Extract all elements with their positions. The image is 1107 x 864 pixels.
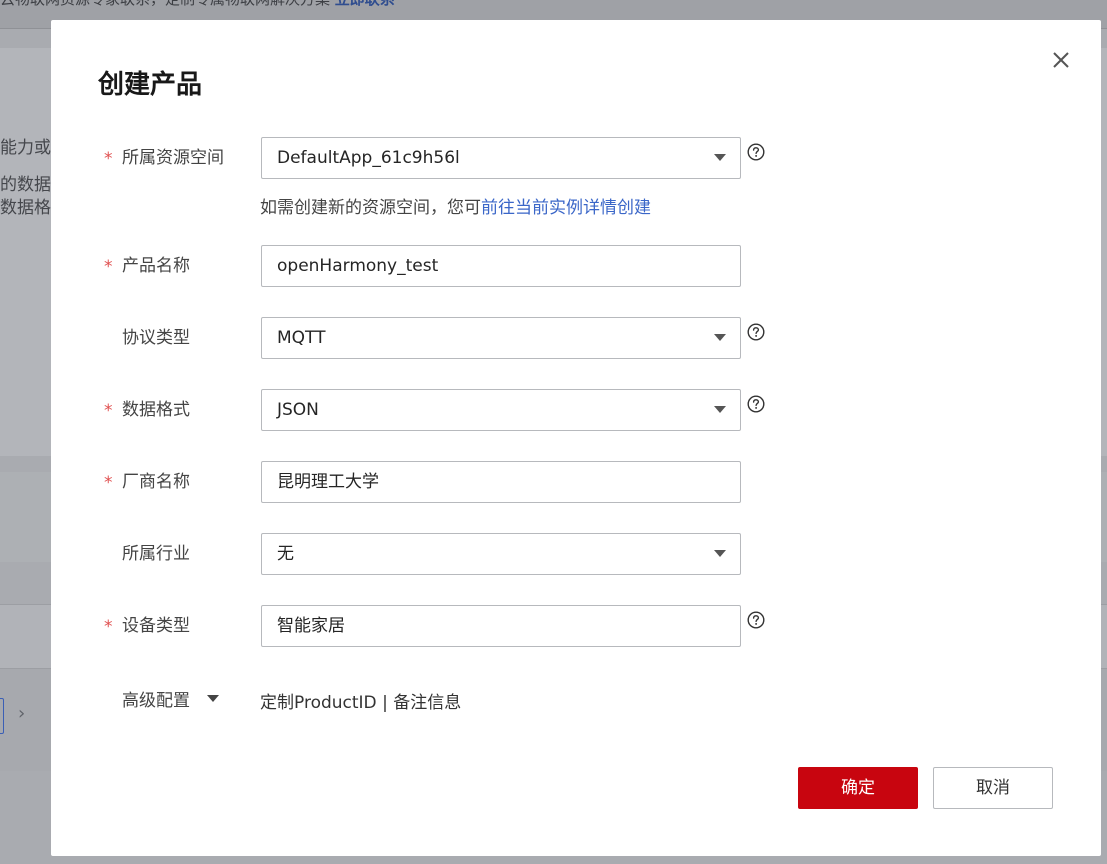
vendor-input[interactable]: 昆明理工大学 [261, 461, 741, 503]
required-mark: * [104, 257, 113, 277]
question-circle-icon[interactable] [747, 395, 765, 413]
vendor-value: 昆明理工大学 [277, 472, 379, 492]
cancel-button[interactable]: 取消 [933, 767, 1053, 809]
question-circle-icon[interactable] [747, 611, 765, 629]
question-circle-icon[interactable] [747, 323, 765, 341]
caret-down-icon[interactable] [207, 695, 219, 702]
product-name-row: * 产品名称 openHarmony_test [51, 245, 1101, 287]
required-mark: * [104, 617, 113, 637]
close-icon[interactable] [1051, 50, 1071, 70]
vendor-label: 厂商名称 [122, 472, 190, 492]
caret-down-icon [714, 550, 726, 557]
device-type-label: 设备类型 [122, 616, 190, 636]
protocol-select[interactable]: MQTT [261, 317, 741, 359]
caret-down-icon [714, 406, 726, 413]
resource-space-hint: 如需创建新的资源空间，您可前往当前实例详情创建 [260, 193, 651, 218]
vendor-row: * 厂商名称 昆明理工大学 [51, 461, 1101, 503]
bg-banner-link: 立即联系 [335, 0, 395, 8]
create-resource-space-link[interactable]: 前往当前实例详情创建 [481, 198, 651, 218]
bg-button-edge [0, 698, 4, 734]
resource-space-select[interactable]: DefaultApp_61c9h56l [261, 137, 741, 179]
advanced-options: 定制ProductID | 备注信息 [260, 688, 461, 713]
resource-space-row: * 所属资源空间 DefaultApp_61c9h56l [51, 137, 1101, 179]
question-circle-icon[interactable] [747, 143, 765, 161]
bg-banner-message: 云物联网资源专家联系，定制专属物联网解决方案 [0, 0, 330, 8]
data-format-value: JSON [277, 400, 319, 420]
advanced-config-toggle[interactable]: 高级配置 [122, 686, 190, 711]
data-format-select[interactable]: JSON [261, 389, 741, 431]
device-type-value: 智能家居 [277, 616, 345, 636]
bg-banner-text: 云物联网资源专家联系，定制专属物联网解决方案 立即联系 [0, 0, 395, 9]
hint-text: 如需创建新的资源空间，您可 [260, 198, 481, 218]
bg-side-text: 数据格 [0, 198, 51, 218]
industry-row: 所属行业 无 [51, 533, 1101, 575]
separator: | [382, 693, 388, 713]
device-type-input[interactable]: 智能家居 [261, 605, 741, 647]
product-name-value: openHarmony_test [277, 256, 439, 276]
chevron-right-icon: › [18, 703, 26, 724]
product-name-label: 产品名称 [122, 256, 190, 276]
product-name-input[interactable]: openHarmony_test [261, 245, 741, 287]
industry-label: 所属行业 [122, 544, 190, 564]
protocol-value: MQTT [277, 328, 326, 348]
custom-product-id-link[interactable]: 定制ProductID [260, 693, 377, 713]
resource-space-label: 所属资源空间 [122, 148, 224, 168]
caret-down-icon [714, 154, 726, 161]
industry-select[interactable]: 无 [261, 533, 741, 575]
industry-value: 无 [277, 544, 294, 564]
remark-link[interactable]: 备注信息 [393, 693, 461, 713]
caret-down-icon [714, 334, 726, 341]
required-mark: * [104, 401, 113, 421]
required-mark: * [104, 149, 113, 169]
data-format-row: * 数据格式 JSON [51, 389, 1101, 431]
resource-space-value: DefaultApp_61c9h56l [277, 148, 460, 168]
device-type-row: * 设备类型 智能家居 [51, 605, 1101, 647]
dialog-title: 创建产品 [98, 70, 203, 100]
required-mark: * [104, 473, 113, 493]
confirm-button[interactable]: 确定 [798, 767, 918, 809]
protocol-row: 协议类型 MQTT [51, 317, 1101, 359]
data-format-label: 数据格式 [122, 400, 190, 420]
protocol-label: 协议类型 [122, 328, 190, 348]
create-product-dialog: 创建产品 * 所属资源空间 DefaultApp_61c9h56l 如需创建新的… [51, 20, 1101, 856]
